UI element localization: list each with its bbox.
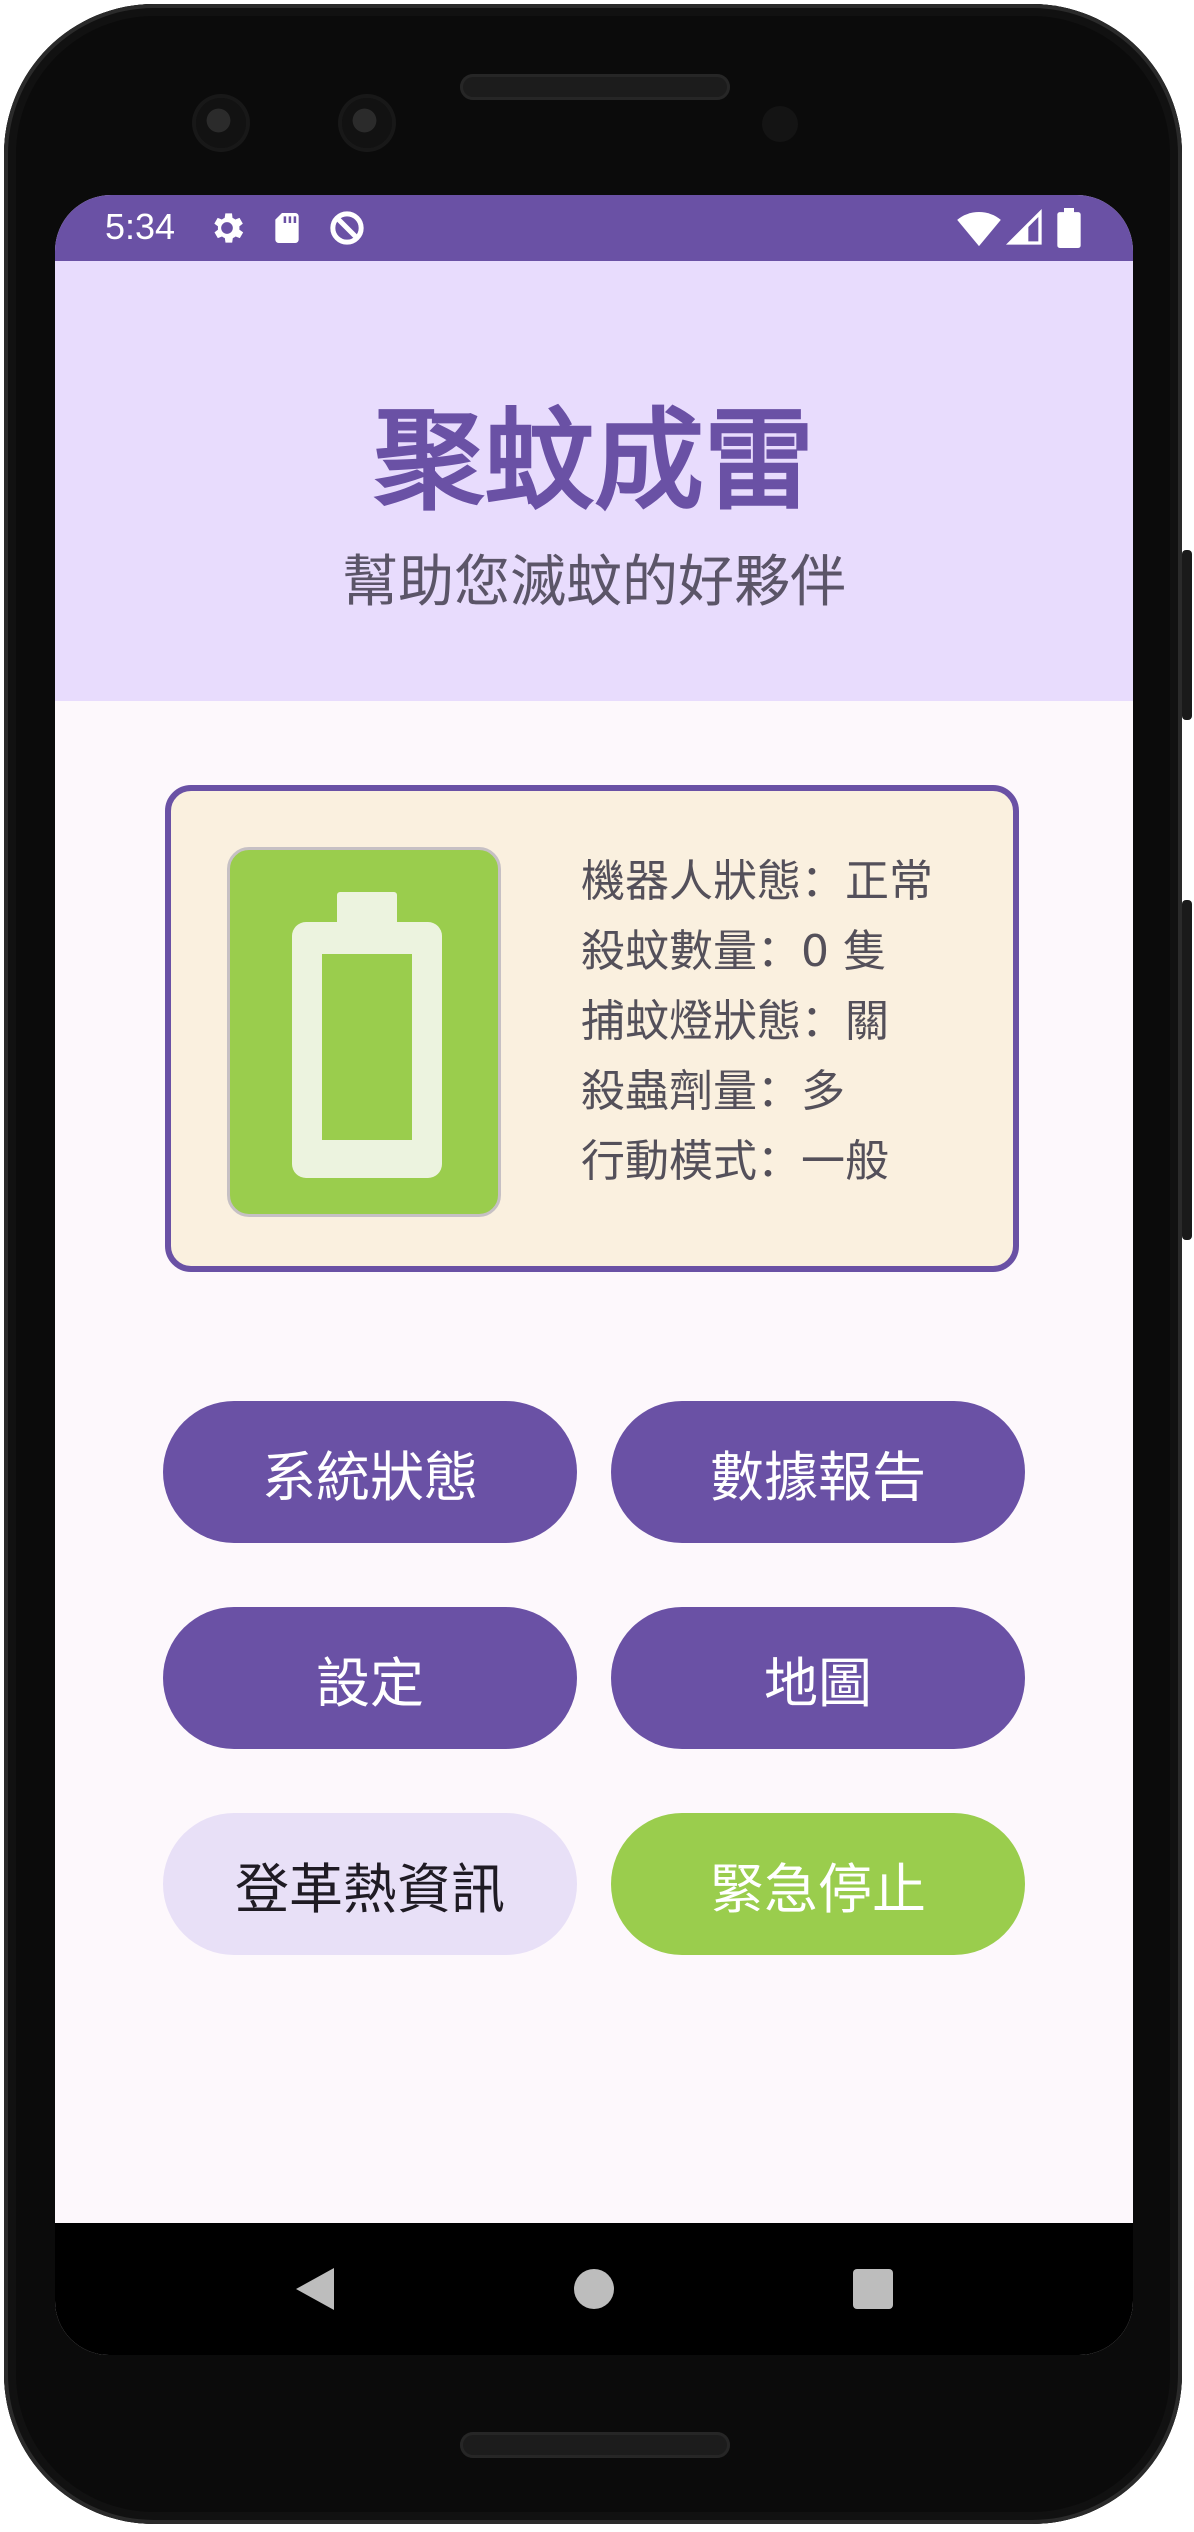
proximity-sensor	[762, 106, 798, 142]
battery-status-box	[227, 847, 501, 1217]
front-camera-icon	[342, 98, 392, 148]
settings-button[interactable]: 設定	[163, 1607, 577, 1749]
robot-status-card: 機器人狀態：正常 殺蚊數量：0 隻 捕蚊燈狀態：關 殺蟲劑量：多 行動模式：一般	[165, 785, 1019, 1272]
screen: 5:34 聚蚊成雷 幫助您滅蚊的好夥伴 機器人狀態：正常 殺蚊數量：0 隻 捕蚊…	[55, 195, 1133, 2355]
app-subtitle: 幫助您滅蚊的好夥伴	[342, 550, 846, 615]
kill-count-text: 殺蚊數量：0 隻	[581, 926, 887, 977]
battery-icon	[1055, 208, 1083, 248]
back-icon[interactable]	[275, 2249, 355, 2329]
app-title: 聚蚊成雷	[374, 397, 814, 525]
lamp-status-text: 捕蚊燈狀態：關	[581, 996, 889, 1047]
robot-info-list: 機器人狀態：正常 殺蚊數量：0 隻 捕蚊燈狀態：關 殺蟲劑量：多 行動模式：一般	[581, 847, 1001, 1197]
insecticide-level-text: 殺蟲劑量：多	[581, 1066, 845, 1117]
map-button[interactable]: 地圖	[611, 1607, 1025, 1749]
emergency-stop-button[interactable]: 緊急停止	[611, 1813, 1025, 1955]
app-header: 聚蚊成雷 幫助您滅蚊的好夥伴	[55, 261, 1133, 701]
wifi-icon	[957, 208, 1001, 248]
data-report-button[interactable]: 數據報告	[611, 1401, 1025, 1543]
status-bar: 5:34	[55, 195, 1133, 261]
system-status-button[interactable]: 系統狀態	[163, 1401, 577, 1543]
signal-icon	[1005, 208, 1045, 248]
home-icon[interactable]	[554, 2249, 634, 2329]
navigation-bar	[55, 2223, 1133, 2355]
robot-status-text: 機器人狀態：正常	[581, 856, 933, 907]
front-camera-icon	[196, 98, 246, 148]
power-button	[1182, 550, 1192, 720]
phone-frame: 5:34 聚蚊成雷 幫助您滅蚊的好夥伴 機器人狀態：正常 殺蚊數量：0 隻 捕蚊…	[0, 0, 1194, 2532]
dengue-info-button[interactable]: 登革熱資訊	[163, 1813, 577, 1955]
recents-icon[interactable]	[833, 2249, 913, 2329]
earpiece-speaker	[460, 74, 730, 100]
bottom-speaker	[460, 2432, 730, 2458]
gear-icon	[207, 208, 247, 248]
battery-icon	[292, 892, 442, 1178]
volume-button	[1182, 900, 1192, 1240]
status-time: 5:34	[105, 206, 176, 247]
data-saver-icon	[327, 208, 367, 248]
action-mode-text: 行動模式：一般	[581, 1136, 889, 1187]
sd-card-icon	[267, 208, 307, 248]
